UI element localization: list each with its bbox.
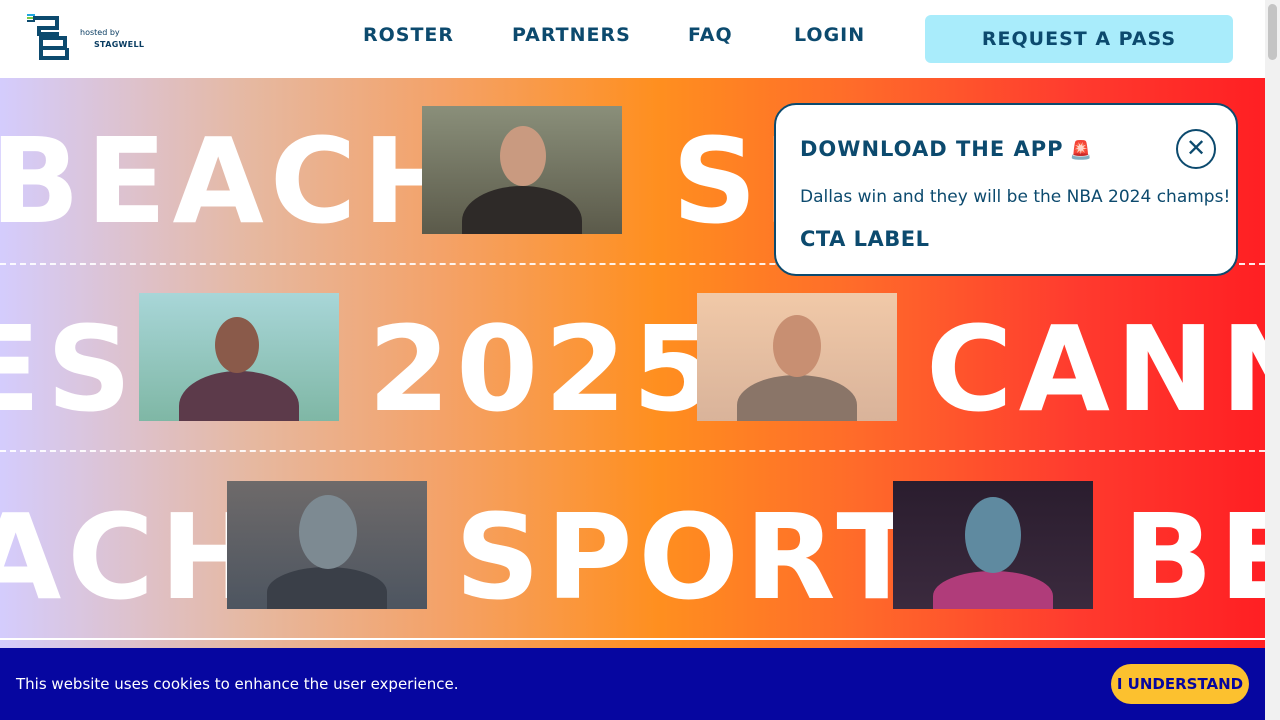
hero-word-be: BE bbox=[1123, 488, 1265, 626]
request-pass-button[interactable]: REQUEST A PASS bbox=[925, 15, 1233, 63]
hero-word-ach: ACH bbox=[0, 488, 265, 626]
popup-cta-link[interactable]: CTA LABEL bbox=[800, 227, 930, 251]
speaker-photo bbox=[697, 293, 897, 421]
logo-hosted-text: hosted by bbox=[80, 28, 120, 37]
speaker-photo bbox=[893, 481, 1093, 609]
nav-partners[interactable]: PARTNERS bbox=[512, 24, 631, 46]
speaker-photo bbox=[139, 293, 339, 421]
nav-roster[interactable]: ROSTER bbox=[363, 24, 454, 46]
stagwell-icon bbox=[27, 14, 35, 22]
site-header: hosted by STAGWELL ROSTER PARTNERS FAQ L… bbox=[0, 0, 1265, 78]
speaker-photo bbox=[422, 106, 622, 234]
speaker-photo bbox=[227, 481, 427, 609]
logo[interactable]: hosted by STAGWELL bbox=[27, 14, 147, 64]
divider-line bbox=[0, 638, 1265, 640]
cookie-message: This website uses cookies to enhance the… bbox=[16, 675, 459, 693]
close-icon[interactable]: ✕ bbox=[1176, 129, 1216, 169]
logo-brand-text: STAGWELL bbox=[94, 40, 145, 49]
hero-word-beach: BEACH bbox=[0, 112, 468, 250]
download-app-popup: DOWNLOAD THE APP 🚨 ✕ Dallas win and they … bbox=[774, 103, 1238, 276]
cookie-accept-button[interactable]: I UNDERSTAND bbox=[1111, 664, 1249, 704]
nav-faq[interactable]: FAQ bbox=[688, 24, 733, 46]
hero-word-cann: CANN bbox=[926, 300, 1265, 438]
scrollbar-thumb[interactable] bbox=[1268, 4, 1277, 60]
nav-login[interactable]: LOGIN bbox=[794, 24, 865, 46]
page-scrollbar[interactable] bbox=[1265, 0, 1280, 720]
siren-icon: 🚨 bbox=[1069, 140, 1093, 161]
hero-word-sport: SPORT bbox=[455, 488, 923, 626]
hero-word-es: ES bbox=[0, 300, 138, 438]
popup-message: Dallas win and they will be the NBA 2024… bbox=[800, 187, 1231, 207]
cookie-banner: This website uses cookies to enhance the… bbox=[0, 648, 1265, 720]
hero-word-2025: 2025 bbox=[368, 300, 721, 438]
popup-title: DOWNLOAD THE APP 🚨 bbox=[800, 137, 1093, 161]
divider-line bbox=[0, 450, 1265, 452]
